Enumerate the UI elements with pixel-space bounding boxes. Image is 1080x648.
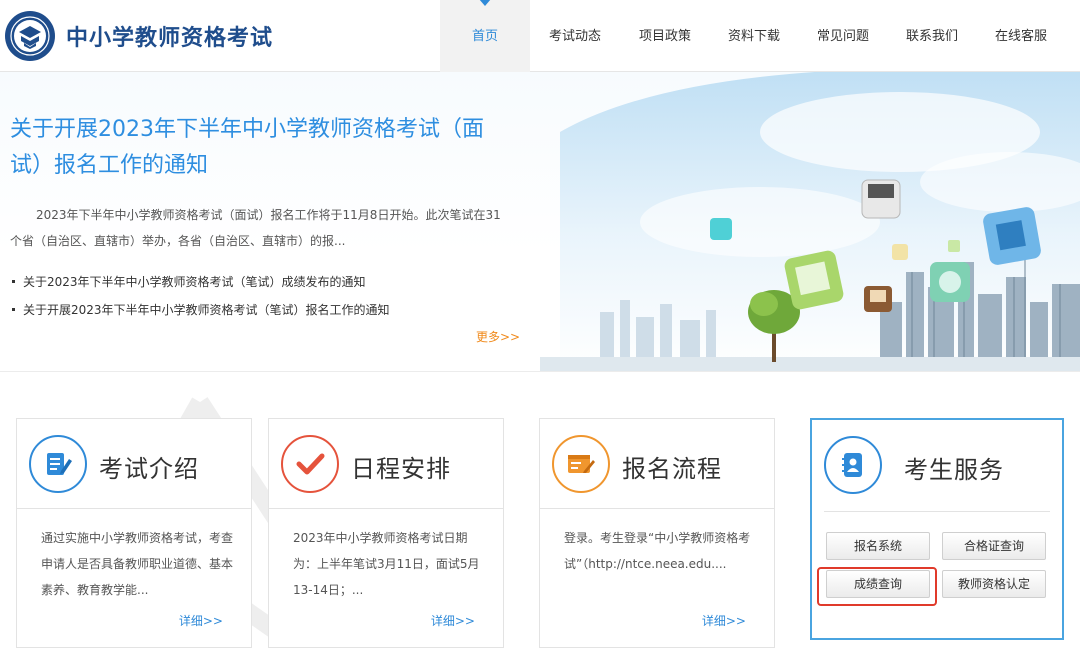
nav-item-faq[interactable]: 常见问题 [798, 0, 888, 72]
card-title: 考生服务 [904, 456, 1004, 484]
checkmark-icon [296, 453, 325, 475]
card-detail-link[interactable]: 详细>> [702, 612, 746, 629]
card-description: 2023年中小学教师资格考试日期为：上半年笔试3月11日，面试5月13-14日；… [293, 531, 480, 597]
card-icon-circle [29, 435, 87, 493]
nav-item-policy[interactable]: 项目政策 [620, 0, 710, 72]
news-item[interactable]: 关于开展2023年下半年中小学教师资格考试（笔试）报名工作的通知 [10, 296, 510, 324]
nav-item-exam-news[interactable]: 考试动态 [530, 0, 620, 72]
card-divider [824, 511, 1050, 512]
bullet-icon [12, 308, 15, 311]
nav-item-online-service[interactable]: 在线客服 [976, 0, 1066, 72]
nav-label: 首页 [471, 29, 498, 44]
news-item-text: 关于2023年下半年中小学教师资格考试（笔试）成绩发布的通知 [23, 275, 366, 289]
nav-item-downloads[interactable]: 资料下载 [710, 0, 798, 72]
nav-item-home[interactable]: 首页 [440, 0, 530, 72]
news-item[interactable]: 关于2023年下半年中小学教师资格考试（笔试）成绩发布的通知 [10, 268, 510, 296]
site-header: 中小学教师资格考试 首页 考试动态 项目政策 资料下载 常见问题 联系我们 在线… [0, 0, 1080, 72]
card-icon-circle [281, 435, 339, 493]
certificate-query-button[interactable]: 合格证查询 [942, 532, 1046, 560]
card-title: 考试介绍 [99, 455, 199, 483]
headline-summary: 2023年下半年中小学教师资格考试（面试）报名工作将于11月8日开始。此次笔试在… [10, 208, 501, 248]
main-nav: 首页 考试动态 项目政策 资料下载 常见问题 联系我们 在线客服 [440, 0, 1066, 72]
card-detail-link[interactable]: 详细>> [179, 612, 223, 629]
document-edit-icon [47, 453, 72, 475]
card-schedule: 日程安排 2023年中小学教师资格考试日期为：上半年笔试3月11日，面试5月13… [268, 418, 504, 648]
site-title[interactable]: 中小学教师资格考试 [66, 20, 273, 52]
logo-icon[interactable] [4, 10, 56, 62]
card-icon-circle [824, 436, 882, 494]
card-title: 日程安排 [351, 455, 451, 483]
bullet-icon [12, 280, 15, 283]
news-list: 关于2023年下半年中小学教师资格考试（笔试）成绩发布的通知 关于开展2023年… [10, 268, 510, 324]
card-registration-process: 报名流程 登录。考生登录“中小学教师资格考试”（http://ntce.neea… [539, 418, 775, 648]
headline-link[interactable]: 关于开展2023年下半年中小学教师资格考试（面试）报名工作的通知 [10, 112, 510, 184]
news-item-text: 关于开展2023年下半年中小学教师资格考试（笔试）报名工作的通知 [23, 303, 390, 317]
registration-system-button[interactable]: 报名系统 [826, 532, 930, 560]
contact-book-icon [842, 453, 862, 477]
hero-banner: 关于开展2023年下半年中小学教师资格考试（面试）报名工作的通知 2023年下半… [0, 72, 1080, 372]
card-exam-intro: 考试介绍 通过实施中小学教师资格考试，考查申请人是否具备教师职业道德、基本素养、… [16, 418, 252, 648]
card-candidate-services: 考生服务 报名系统 合格证查询 成绩查询 教师资格认定 [810, 418, 1064, 640]
more-news-link[interactable]: 更多>> [476, 328, 520, 345]
form-edit-icon [568, 455, 595, 473]
card-header: 考试介绍 [17, 419, 251, 509]
card-header: 报名流程 [540, 419, 774, 509]
active-indicator-icon [479, 0, 491, 6]
highlight-box [817, 567, 937, 606]
nav-item-contact[interactable]: 联系我们 [888, 0, 976, 72]
card-title: 报名流程 [622, 455, 722, 483]
card-header: 考生服务 [812, 420, 1062, 512]
card-detail-link[interactable]: 详细>> [431, 612, 475, 629]
card-description: 登录。考生登录“中小学教师资格考试”（http://ntce.neea.edu.… [564, 531, 751, 571]
card-icon-circle [552, 435, 610, 493]
card-header: 日程安排 [269, 419, 503, 509]
teacher-qualification-button[interactable]: 教师资格认定 [942, 570, 1046, 598]
card-description: 通过实施中小学教师资格考试，考查申请人是否具备教师职业道德、基本素养、教育教学能… [41, 531, 234, 597]
